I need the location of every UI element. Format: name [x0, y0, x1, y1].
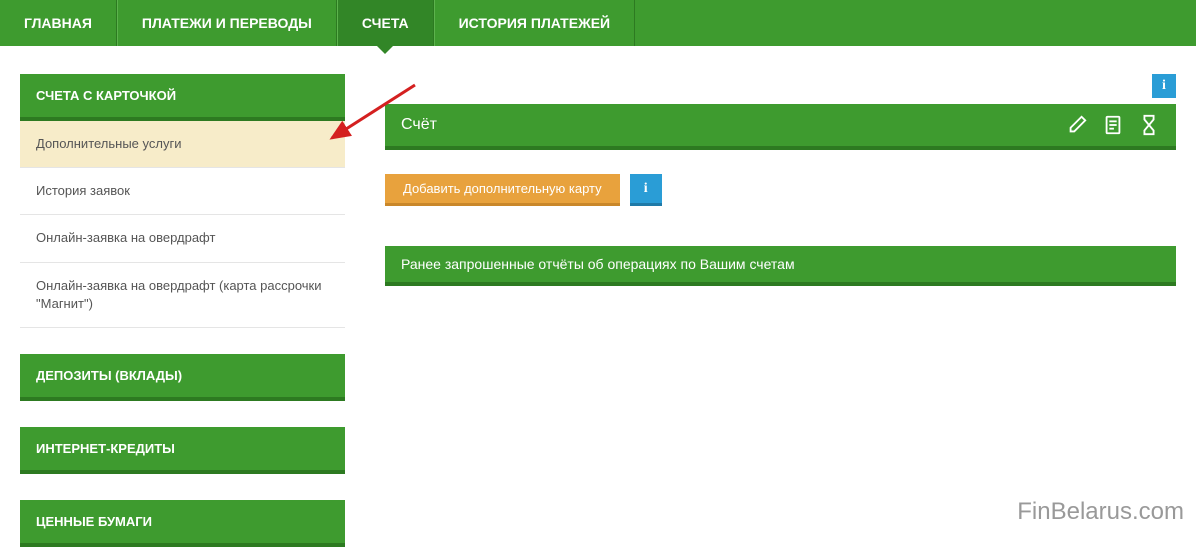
sidebar-item-request-history[interactable]: История заявок: [20, 168, 345, 215]
nav-history[interactable]: ИСТОРИЯ ПЛАТЕЖЕЙ: [434, 0, 636, 46]
nav-main[interactable]: ГЛАВНАЯ: [0, 0, 117, 46]
top-nav: ГЛАВНАЯ ПЛАТЕЖИ И ПЕРЕВОДЫ СЧЕТА ИСТОРИЯ…: [0, 0, 1196, 46]
main-content: i Счёт Добавить дополнит: [385, 74, 1176, 547]
info-badge-top[interactable]: i: [1152, 74, 1176, 98]
sidebar-item-overdraft-magnit[interactable]: Онлайн-заявка на овердрафт (карта рассро…: [20, 263, 345, 328]
sidebar-header-cards[interactable]: СЧЕТА С КАРТОЧКОЙ: [20, 74, 345, 121]
edit-icon[interactable]: [1066, 114, 1088, 136]
add-card-button[interactable]: Добавить дополнительную карту: [385, 174, 620, 206]
nav-payments[interactable]: ПЛАТЕЖИ И ПЕРЕВОДЫ: [117, 0, 337, 46]
sidebar-block-securities[interactable]: ЦЕННЫЕ БУМАГИ: [20, 500, 345, 547]
document-icon[interactable]: [1102, 114, 1124, 136]
account-label: Счёт: [401, 116, 437, 134]
sidebar: СЧЕТА С КАРТОЧКОЙ Дополнительные услуги …: [20, 74, 345, 547]
reports-bar: Ранее запрошенные отчёты об операциях по…: [385, 246, 1176, 286]
sidebar-item-overdraft[interactable]: Онлайн-заявка на овердрафт: [20, 215, 345, 262]
nav-accounts[interactable]: СЧЕТА: [337, 0, 434, 46]
hourglass-icon[interactable]: [1138, 114, 1160, 136]
sidebar-item-additional-services[interactable]: Дополнительные услуги: [20, 121, 345, 168]
add-card-info-button[interactable]: i: [630, 174, 662, 206]
watermark: FinBelarus.com: [1017, 498, 1184, 526]
account-bar: Счёт: [385, 104, 1176, 150]
sidebar-block-deposits[interactable]: ДЕПОЗИТЫ (ВКЛАДЫ): [20, 354, 345, 401]
sidebar-block-credits[interactable]: ИНТЕРНЕТ-КРЕДИТЫ: [20, 427, 345, 474]
account-icons: [1066, 114, 1160, 136]
